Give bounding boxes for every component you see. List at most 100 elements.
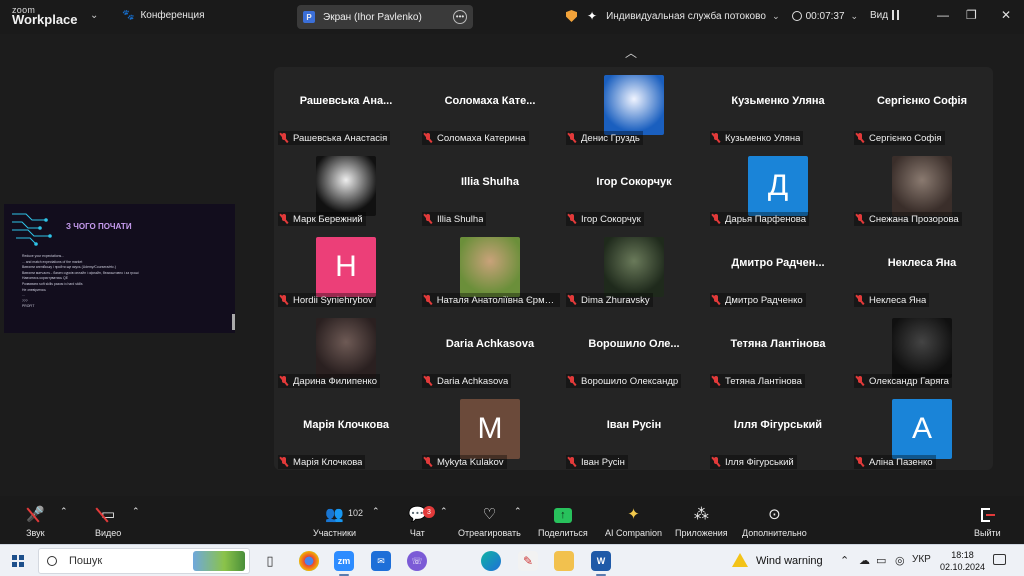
participant-tile[interactable]: Сергієнко Софія Сергієнко Софія [850, 67, 994, 148]
chat-options-caret[interactable]: ⌃ [440, 506, 448, 517]
chevron-down-icon[interactable]: ⌄ [90, 10, 98, 21]
chrome-icon[interactable] [299, 551, 319, 571]
participant-tile[interactable]: Марк Бережний [274, 148, 418, 229]
shared-screen-thumbnail[interactable]: З ЧОГО ПОЧАТИ Reduce your expectations..… [4, 204, 235, 333]
participant-tile[interactable]: Daria Achkasova Daria Achkasova [418, 310, 562, 391]
mic-muted-icon [568, 295, 576, 305]
participant-name: Mykyta Kulakov [437, 456, 504, 468]
mic-muted-icon [712, 295, 720, 305]
participant-tile[interactable]: Соломаха Кате... Соломаха Катерина [418, 67, 562, 148]
weather-widget[interactable]: Wind warning [756, 555, 823, 567]
react-button[interactable]: ♡ Отреагировать [458, 506, 521, 538]
conference-button[interactable]: 🐾 Конференция [122, 10, 205, 21]
windows-taskbar: Пошук ▯ zm ✉ ☏ ✎ W Wind warning ⌃ ☁ ▭ ◎ … [0, 544, 1024, 576]
apps-button[interactable]: ⁂ Приложения [675, 506, 728, 538]
participant-tile[interactable]: Тетяна Лантінова Тетяна Лантінова [706, 310, 850, 391]
participant-name-large: Daria Achkasova [445, 338, 535, 350]
zoom-logo[interactable]: zoom Workplace [12, 5, 78, 26]
zoom-app-icon[interactable]: zm [334, 551, 354, 571]
mic-muted-icon [424, 376, 432, 386]
viber-icon[interactable]: ☏ [407, 551, 427, 571]
mic-muted-icon [424, 214, 432, 224]
chevron-up-icon[interactable]: ︿ [625, 44, 637, 61]
react-label: Отреагировать [458, 528, 521, 538]
participant-tile[interactable]: Снежана Прозорова [850, 148, 994, 229]
mic-muted-icon [280, 457, 288, 467]
share-button[interactable]: ↑ Поделиться [538, 506, 588, 538]
paint-icon[interactable]: ✎ [518, 551, 538, 571]
participant-tile[interactable]: Ілля Фігурський Ілля Фігурський [706, 391, 850, 472]
view-button[interactable]: Вид [870, 10, 888, 21]
mail-icon[interactable]: ✉ [371, 551, 391, 571]
participant-tile[interactable]: Наталя Анатоліївна Єрмак... [418, 229, 562, 310]
participant-tile[interactable]: Олександр Гаряга [850, 310, 994, 391]
participant-tile[interactable]: Неклеса Яна Неклеса Яна [850, 229, 994, 310]
restore-icon[interactable]: ❐ [966, 8, 977, 22]
participant-name-label: Денис Груздь [566, 131, 643, 145]
participant-tile[interactable]: Іван Русін Іван Русін [562, 391, 706, 472]
participant-name: Дарья Парфенова [725, 213, 806, 225]
task-view-icon[interactable]: ▯ [260, 551, 280, 571]
participant-tile[interactable]: Дарина Филипенко [274, 310, 418, 391]
participant-tile[interactable]: Кузьменко Уляна Кузьменко Уляна [706, 67, 850, 148]
ai-companion-button[interactable]: ✦ AI Companion [605, 506, 662, 538]
video-options-caret[interactable]: ⌃ [132, 506, 140, 517]
participant-tile[interactable]: Марія Клочкова Марія Клочкова [274, 391, 418, 472]
file-explorer-icon[interactable] [554, 551, 574, 571]
more-options-icon[interactable]: ••• [453, 10, 467, 24]
network-icon[interactable]: ◎ [895, 554, 905, 567]
battery-icon[interactable]: ▭ [876, 554, 886, 567]
leave-button[interactable]: Выйти [974, 506, 1001, 538]
audio-button[interactable]: 🎤 Звук [26, 506, 45, 538]
participants-options-caret[interactable]: ⌃ [372, 506, 380, 517]
participant-tile[interactable]: H Hordii Syniehrybov [274, 229, 418, 310]
cloud-icon[interactable]: ☁ [859, 554, 870, 567]
participant-name-label: Ворошило Олександр [566, 374, 682, 388]
streaming-service-label[interactable]: Индивидуальная служба потоково... [606, 11, 766, 22]
taskbar-search[interactable]: Пошук [38, 548, 250, 574]
more-label: Дополнительно [742, 528, 807, 538]
screen-share-pill[interactable]: P Экран (Ihor Pavlenko) ••• [297, 5, 473, 29]
resize-handle[interactable] [232, 314, 235, 330]
participant-name-large: Марія Клочкова [303, 419, 389, 431]
meeting-stage: З ЧОГО ПОЧАТИ Reduce your expectations..… [0, 34, 1024, 496]
notification-icon[interactable] [993, 554, 1006, 565]
audio-options-caret[interactable]: ⌃ [60, 506, 68, 517]
participant-tile[interactable]: Рашевська Ана... Рашевська Анастасія [274, 67, 418, 148]
chevron-up-icon[interactable]: ⌃ [840, 554, 849, 567]
participant-tile[interactable]: Dima Zhuravsky [562, 229, 706, 310]
minimize-icon[interactable]: — [937, 8, 949, 22]
participant-name-label: Illia Shulha [422, 212, 487, 226]
close-icon[interactable]: ✕ [1001, 8, 1011, 22]
view-layout-icon[interactable] [892, 10, 899, 20]
participant-name: Кузьменко Уляна [725, 132, 801, 144]
react-options-caret[interactable]: ⌃ [514, 506, 522, 517]
participant-name: Тетяна Лантінова [725, 375, 802, 387]
participant-name-large: Рашевська Ана... [299, 95, 393, 107]
mic-muted-icon [712, 214, 720, 224]
word-icon[interactable]: W [591, 551, 611, 571]
chevron-down-icon[interactable]: ⌄ [772, 11, 780, 22]
participant-tile[interactable]: A Аліна Пазенко [850, 391, 994, 472]
windows-start-icon[interactable] [12, 555, 24, 567]
participant-name-large: Сергієнко Софія [876, 95, 968, 107]
mic-muted-icon [856, 214, 864, 224]
participant-tile[interactable]: Денис Груздь [562, 67, 706, 148]
security-shield-icon[interactable] [566, 10, 577, 22]
more-button[interactable]: ⊙ Дополнительно [742, 506, 807, 538]
participant-tile[interactable]: Illia Shulha Illia Shulha [418, 148, 562, 229]
system-clock[interactable]: 18:18 02.10.2024 [940, 549, 985, 573]
meeting-timer: 00:07:37 [805, 10, 845, 22]
chevron-down-icon[interactable]: ⌄ [851, 11, 859, 22]
participant-tile[interactable]: Ігор Сокорчук Ігор Сокорчук [562, 148, 706, 229]
participant-name: Дарина Филипенко [293, 375, 378, 387]
language-indicator[interactable]: УКР [912, 554, 931, 565]
participant-tile[interactable]: Ворошило Оле... Ворошило Олександр [562, 310, 706, 391]
edge-icon[interactable] [481, 551, 501, 571]
participant-tile[interactable]: M Mykyta Kulakov [418, 391, 562, 472]
participant-tile[interactable]: Д Дарья Парфенова [706, 148, 850, 229]
participant-tile[interactable]: Дмитро Радчен... Дмитро Радченко [706, 229, 850, 310]
ai-sparkle-icon[interactable]: ✦ [587, 9, 597, 23]
participant-name: Аліна Пазенко [869, 456, 933, 468]
video-button[interactable]: ▭ Видео [95, 506, 121, 538]
